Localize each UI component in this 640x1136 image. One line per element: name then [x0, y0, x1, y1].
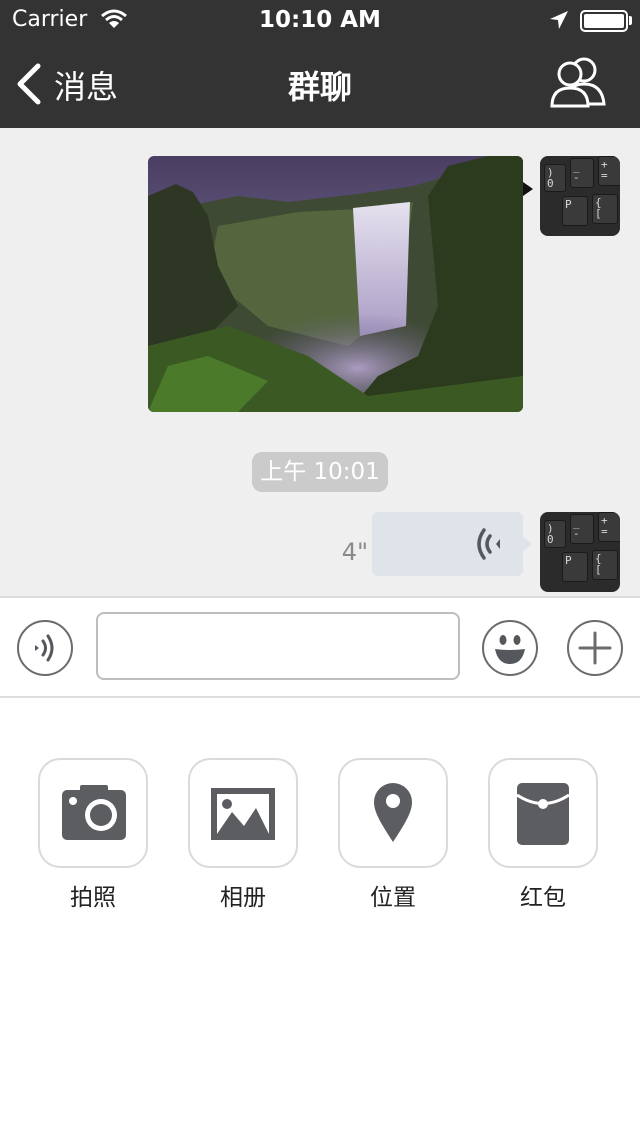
waterfall-photo [148, 156, 523, 412]
plus-icon [578, 631, 612, 665]
voice-duration: 4" [341, 538, 368, 566]
red-envelope-tool-label: 红包 [520, 885, 566, 911]
location-arrow-icon [548, 9, 570, 31]
voice-bubble-tail [523, 537, 532, 551]
location-pin-icon [374, 783, 412, 842]
camera-tool[interactable]: 拍照 [38, 758, 148, 912]
voice-message[interactable] [372, 512, 523, 576]
page-title: 群聊 [287, 68, 352, 106]
image-message[interactable] [148, 156, 523, 412]
avatar[interactable]: ) 0 _ - + = P {[ [540, 512, 620, 592]
keyboard-key-minus: _ - [570, 158, 594, 188]
avatar[interactable]: ) 0 _ - + = P {[ [540, 156, 620, 236]
camera-tool-box[interactable] [38, 758, 148, 868]
keyboard-key-0: ) 0 [544, 164, 566, 192]
keyboard-key-p: P [562, 552, 588, 582]
group-members-button[interactable] [548, 56, 612, 108]
timestamp-badge: 上午 10:01 [252, 452, 388, 492]
photo-album-icon [211, 788, 275, 840]
navigation-bar: Carrier 10:10 AM 消息 群聊 [0, 0, 640, 128]
input-bar [0, 596, 640, 698]
status-time: 10:10 AM [259, 7, 381, 33]
more-button[interactable] [567, 620, 623, 676]
album-tool-box[interactable] [188, 758, 298, 868]
voice-icon [35, 634, 54, 662]
location-tool-label: 位置 [370, 885, 416, 911]
camera-icon [62, 785, 126, 840]
emoji-button[interactable] [482, 620, 538, 676]
keyboard-key-plus: + = [598, 512, 620, 542]
voice-wave-icon [477, 528, 500, 560]
keyboard-key-bracket: {[ [592, 194, 618, 224]
image-bubble-tail [523, 182, 533, 196]
battery-full-icon [580, 10, 628, 32]
more-tools-panel: 拍照 相册 位置 红包 [0, 698, 640, 1136]
keyboard-key-bracket: {[ [592, 550, 618, 580]
keyboard-key-0: ) 0 [544, 520, 566, 548]
keyboard-key-p: P [562, 196, 588, 226]
red-envelope-tool[interactable]: 红包 [488, 758, 598, 912]
red-envelope-icon [516, 783, 570, 845]
camera-tool-label: 拍照 [70, 885, 116, 911]
location-tool[interactable]: 位置 [338, 758, 448, 912]
keyboard-key-minus: _ - [570, 514, 594, 544]
keyboard-key-plus: + = [598, 156, 620, 186]
chat-area[interactable]: ) 0 _ - + = P {[ 上午 10:01 4" ) 0 _ - + = P {[ [0, 128, 640, 596]
red-envelope-tool-box[interactable] [488, 758, 598, 868]
voice-input-button[interactable] [17, 620, 73, 676]
smiley-icon [495, 635, 525, 664]
location-tool-box[interactable] [338, 758, 448, 868]
group-members-icon [550, 57, 606, 108]
status-bar: Carrier 10:10 AM [0, 0, 640, 40]
message-input[interactable] [96, 612, 460, 680]
battery-tip [629, 16, 632, 25]
album-tool-label: 相册 [220, 885, 266, 911]
album-tool[interactable]: 相册 [188, 758, 298, 912]
